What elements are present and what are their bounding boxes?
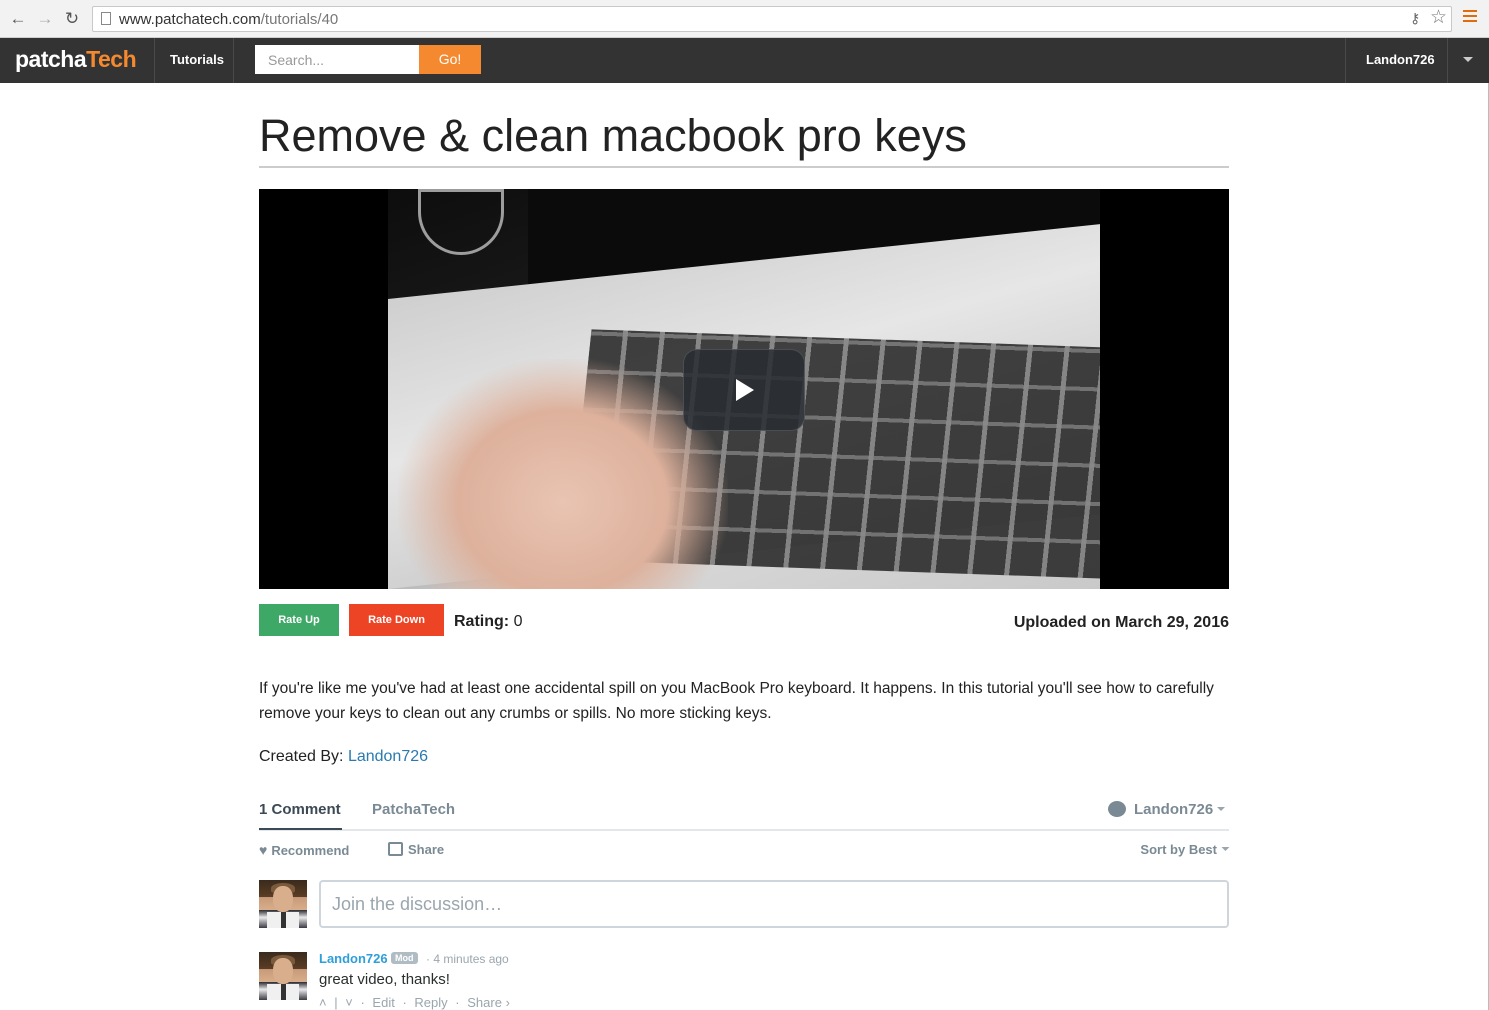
- menu-icon[interactable]: [1463, 10, 1477, 25]
- site-logo[interactable]: patchaTech: [15, 46, 137, 73]
- chevron-down-icon[interactable]: [1463, 57, 1473, 62]
- tab-comments[interactable]: 1 Comment: [259, 801, 341, 818]
- avatar-tie: [281, 912, 286, 928]
- avatar-face: [273, 958, 293, 984]
- upload-date: Uploaded on March 29, 2016: [1013, 614, 1229, 631]
- recommend-label: Recommend: [271, 843, 350, 858]
- sort-dropdown[interactable]: Sort by Best: [1140, 842, 1229, 857]
- page-title: Remove & clean macbook pro keys: [259, 110, 967, 161]
- action-separator: |: [334, 995, 338, 1010]
- url-domain: www.patchatech.com: [119, 11, 261, 28]
- thumbnail-hand: [398, 359, 728, 589]
- avatar-tie: [281, 984, 286, 1000]
- upvote-icon[interactable]: ˄: [319, 995, 327, 1010]
- page-icon: [101, 12, 111, 25]
- disqus-user-label: Landon726: [1134, 801, 1214, 818]
- avatar[interactable]: [259, 880, 307, 928]
- url-text[interactable]: www.patchatech.com/tutorials/40: [119, 11, 338, 28]
- key-icon[interactable]: ⚷: [1410, 10, 1420, 27]
- chevron-down-icon: [1221, 847, 1229, 851]
- play-button[interactable]: [683, 349, 805, 431]
- comment-author[interactable]: Landon726: [319, 951, 388, 966]
- mod-badge: Mod: [391, 952, 418, 964]
- reload-icon[interactable]: ↻: [62, 9, 82, 29]
- rate-up-button[interactable]: Rate Up: [259, 604, 339, 636]
- nav-user-link[interactable]: Landon726: [1366, 52, 1435, 67]
- logo-part2: Tech: [86, 46, 137, 72]
- comment-share-link[interactable]: Share ›: [467, 995, 510, 1010]
- heart-icon: ♥: [259, 842, 268, 858]
- rating-label: Rating:: [454, 613, 510, 630]
- chat-icon: [1108, 801, 1126, 817]
- star-icon[interactable]: ☆: [1430, 6, 1447, 29]
- tabs-divider: [259, 829, 1229, 831]
- nav-divider: [1345, 38, 1346, 83]
- comment-input[interactable]: [319, 880, 1229, 928]
- site-navbar: patchaTech Tutorials Go! Landon726: [0, 38, 1489, 83]
- downvote-icon[interactable]: ˅: [345, 995, 353, 1010]
- comment-time: 4 minutes ago: [433, 952, 509, 966]
- nav-divider: [154, 38, 155, 83]
- search-go-button[interactable]: Go!: [419, 45, 481, 74]
- avatar-face: [273, 886, 293, 912]
- comment-text: great video, thanks!: [319, 971, 450, 988]
- sort-label: Sort by Best: [1140, 842, 1217, 857]
- logo-part1: patcha: [15, 46, 87, 72]
- nav-divider: [233, 38, 234, 83]
- nav-divider: [1447, 38, 1448, 83]
- title-divider: [259, 166, 1229, 168]
- tutorial-description: If you're like me you've had at least on…: [259, 680, 1214, 722]
- search-input[interactable]: [255, 45, 419, 74]
- rating: Rating: 0: [454, 613, 522, 631]
- browser-toolbar: ← → ↻ www.patchatech.com/tutorials/40 ⚷ …: [0, 0, 1489, 38]
- back-icon[interactable]: ←: [8, 9, 28, 29]
- tab-community[interactable]: PatchaTech: [372, 801, 455, 818]
- thumbnail-cable: [418, 189, 504, 255]
- forward-icon[interactable]: →: [35, 9, 55, 29]
- video-player[interactable]: [259, 189, 1229, 589]
- rating-value: 0: [513, 613, 523, 630]
- comment-avatar[interactable]: [259, 952, 307, 1000]
- share-button[interactable]: Share: [388, 842, 444, 857]
- share-icon: [388, 842, 403, 856]
- play-icon: [736, 379, 754, 401]
- share-label: Share: [408, 842, 445, 857]
- address-bar[interactable]: www.patchatech.com/tutorials/40: [92, 6, 1452, 32]
- comment-timestamp[interactable]: · 4 minutes ago: [426, 952, 509, 966]
- url-path: /tutorials/40: [260, 11, 339, 28]
- action-separator: ·: [402, 995, 407, 1010]
- disqus-user-menu[interactable]: Landon726: [1108, 801, 1226, 818]
- rate-down-button[interactable]: Rate Down: [349, 604, 444, 636]
- created-by-label: Created By:: [259, 748, 344, 765]
- author-link[interactable]: Landon726: [348, 748, 428, 765]
- active-tab-indicator: [259, 828, 342, 830]
- reply-link[interactable]: Reply: [414, 995, 447, 1010]
- comment-actions: ˄ | ˅ · Edit · Reply · Share ›: [319, 995, 514, 1010]
- recommend-button[interactable]: ♥ Recommend: [259, 842, 349, 858]
- nav-tutorials-link[interactable]: Tutorials: [170, 52, 224, 67]
- action-separator: ·: [360, 995, 365, 1010]
- action-separator: ·: [455, 995, 460, 1010]
- edit-link[interactable]: Edit: [372, 995, 394, 1010]
- chevron-down-icon: [1217, 807, 1226, 811]
- created-by: Created By: Landon726: [259, 748, 428, 766]
